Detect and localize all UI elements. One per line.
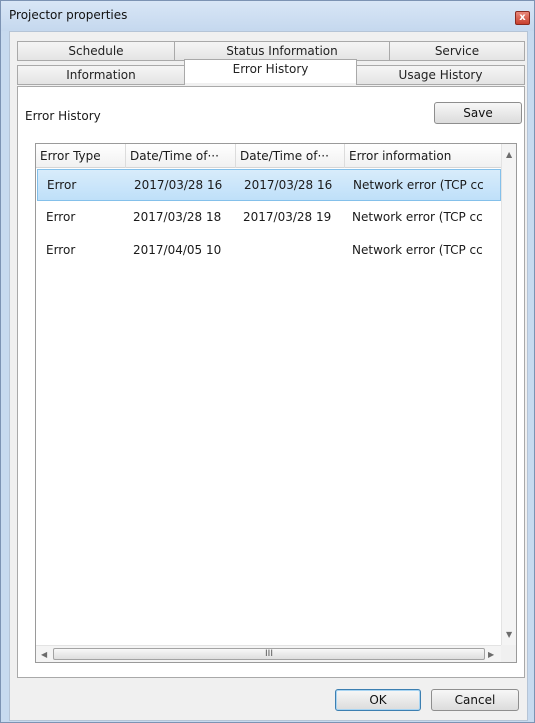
- column-header-error-information[interactable]: Error information: [345, 144, 501, 168]
- horizontal-scroll-thumb[interactable]: III: [53, 648, 485, 660]
- cell-datetime-start: 2017/03/28 18: [133, 210, 222, 224]
- vertical-scrollbar[interactable]: ▲ ▼: [501, 144, 516, 645]
- tab-service[interactable]: Service: [389, 41, 525, 61]
- cell-error-type: Error: [46, 210, 76, 224]
- save-button[interactable]: Save: [434, 102, 522, 124]
- cell-datetime-end: 2017/03/28 16: [244, 178, 333, 192]
- scroll-up-arrow-icon[interactable]: ▲: [506, 150, 512, 159]
- scroll-left-arrow-icon[interactable]: ◀: [41, 650, 47, 659]
- panel-label: Error History: [25, 109, 101, 123]
- cell-error-information: Network error (TCP cc: [352, 210, 483, 224]
- scroll-down-arrow-icon[interactable]: ▼: [506, 630, 512, 639]
- table-row[interactable]: Error 2017/04/05 10 Network error (TCP c…: [37, 235, 501, 267]
- column-header-error-type[interactable]: Error Type: [36, 144, 126, 168]
- close-icon[interactable]: x: [515, 11, 530, 25]
- scroll-thumb-grip-icon: III: [265, 649, 273, 659]
- cell-datetime-end: 2017/03/28 19: [243, 210, 332, 224]
- scroll-right-arrow-icon[interactable]: ▶: [488, 650, 494, 659]
- error-history-list[interactable]: Error Type Date/Time of··· Date/Time of·…: [35, 143, 517, 663]
- tab-information[interactable]: Information: [17, 65, 185, 85]
- ok-button[interactable]: OK: [335, 689, 421, 711]
- cell-datetime-start: 2017/03/28 16: [134, 178, 223, 192]
- cell-error-type: Error: [46, 243, 76, 257]
- scrollbar-corner: [501, 645, 516, 662]
- title-bar[interactable]: Projector properties x: [1, 1, 534, 31]
- column-header-datetime-start[interactable]: Date/Time of···: [126, 144, 236, 168]
- cell-datetime-end: [237, 235, 347, 265]
- cell-error-information: Network error (TCP cc: [353, 178, 484, 192]
- tab-status-information[interactable]: Status Information: [174, 41, 390, 61]
- tab-usage-history[interactable]: Usage History: [356, 65, 525, 85]
- column-header-datetime-end[interactable]: Date/Time of···: [236, 144, 345, 168]
- cancel-button[interactable]: Cancel: [431, 689, 519, 711]
- cell-error-type: Error: [47, 178, 77, 192]
- tab-error-history[interactable]: Error History: [184, 59, 357, 83]
- horizontal-scrollbar[interactable]: ◀ III ▶: [36, 645, 501, 662]
- cell-error-information: Network error (TCP cc: [352, 243, 483, 257]
- projector-properties-window: Projector properties x Schedule Status I…: [0, 0, 535, 723]
- table-row[interactable]: Error 2017/03/28 18 2017/03/28 19 Networ…: [37, 202, 501, 234]
- list-header: Error Type Date/Time of··· Date/Time of·…: [36, 144, 501, 168]
- cell-datetime-start: 2017/04/05 10: [133, 243, 222, 257]
- tab-schedule[interactable]: Schedule: [17, 41, 175, 61]
- table-row[interactable]: Error 2017/03/28 16 2017/03/28 16 Networ…: [37, 169, 501, 201]
- window-title: Projector properties: [9, 8, 128, 22]
